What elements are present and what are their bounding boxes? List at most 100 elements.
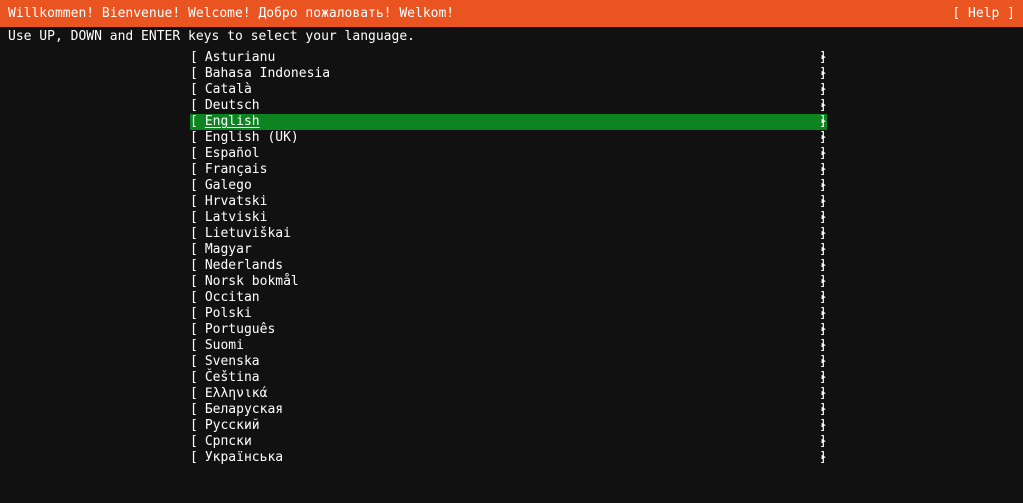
bracket-close: ] xyxy=(819,370,827,385)
bracket-open: [ xyxy=(190,146,198,161)
language-list-item[interactable]: [Suomi ▸] xyxy=(0,338,1023,354)
language-row-inner[interactable]: [Bahasa Indonesia ▸ xyxy=(190,66,827,82)
language-list-item[interactable]: [Українська ▸] xyxy=(0,450,1023,466)
language-list-item[interactable]: [Norsk bokmål ▸] xyxy=(0,274,1023,290)
language-row-inner[interactable]: [Беларуская ▸ xyxy=(190,402,827,418)
language-row-left: [Hrvatski xyxy=(190,194,267,210)
language-row-left: [Español xyxy=(190,146,260,162)
bracket-close: ] xyxy=(819,162,827,177)
language-list-item[interactable]: [Français ▸] xyxy=(0,162,1023,178)
language-label: Bahasa Indonesia xyxy=(204,66,331,81)
language-list-item[interactable]: [Русский ▸] xyxy=(0,418,1023,434)
language-label: Asturianu xyxy=(204,50,276,65)
language-row-inner[interactable]: [Français ▸ xyxy=(190,162,827,178)
language-row-inner[interactable]: [Asturianu ▸ xyxy=(190,50,827,66)
language-row-inner[interactable]: [English (UK) ▸ xyxy=(190,130,827,146)
language-row-inner[interactable]: [English ▸ xyxy=(190,114,827,130)
bracket-open: [ xyxy=(190,258,198,273)
bracket-close: ] xyxy=(819,210,827,225)
language-list-item[interactable]: [Deutsch ▸] xyxy=(0,98,1023,114)
language-label: Latviski xyxy=(204,210,268,225)
bracket-close: ] xyxy=(819,242,827,257)
language-list-item[interactable]: [English (UK) ▸] xyxy=(0,130,1023,146)
bracket-open: [ xyxy=(190,178,198,193)
bracket-open: [ xyxy=(190,274,198,289)
language-label: Беларуская xyxy=(204,402,284,417)
language-row-inner[interactable]: [Português ▸ xyxy=(190,322,827,338)
language-row-inner[interactable]: [Galego ▸ xyxy=(190,178,827,194)
bracket-open: [ xyxy=(190,226,198,241)
language-row-inner[interactable]: [Lietuviškai ▸ xyxy=(190,226,827,242)
bracket-open: [ xyxy=(190,450,198,465)
bracket-open: [ xyxy=(190,290,198,305)
language-list-item[interactable]: [Čeština ▸] xyxy=(0,370,1023,386)
language-row-left: [Nederlands xyxy=(190,258,283,274)
language-label: Українська xyxy=(204,450,284,465)
language-row-inner[interactable]: [Català ▸ xyxy=(190,82,827,98)
language-row-inner[interactable]: [Ελληνικά ▸ xyxy=(190,386,827,402)
language-label: Српски xyxy=(204,434,252,449)
language-row-inner[interactable]: [Español ▸ xyxy=(190,146,827,162)
language-row-inner[interactable]: [Čeština ▸ xyxy=(190,370,827,386)
language-list-item[interactable]: [Nederlands ▸] xyxy=(0,258,1023,274)
bracket-close: ] xyxy=(819,66,827,81)
language-list-item[interactable]: [Bahasa Indonesia ▸] xyxy=(0,66,1023,82)
language-label: Ελληνικά xyxy=(204,386,268,401)
bracket-close: ] xyxy=(819,306,827,321)
language-row-left: [Suomi xyxy=(190,338,244,354)
language-list-item[interactable]: [Occitan ▸] xyxy=(0,290,1023,306)
language-label: Hrvatski xyxy=(204,194,268,209)
language-list-item[interactable]: [Português ▸] xyxy=(0,322,1023,338)
bracket-close: ] xyxy=(819,354,827,369)
bracket-close: ] xyxy=(819,290,827,305)
language-list[interactable]: [Asturianu ▸][Bahasa Indonesia ▸][Català ▸]… xyxy=(0,47,1023,466)
language-row-inner[interactable]: [Suomi ▸ xyxy=(190,338,827,354)
instruction-text: Use UP, DOWN and ENTER keys to select yo… xyxy=(8,29,415,44)
bracket-open: [ xyxy=(190,50,198,65)
language-row-inner[interactable]: [Українська ▸ xyxy=(190,450,827,466)
language-row-inner[interactable]: [Magyar ▸ xyxy=(190,242,827,258)
language-list-item[interactable]: [Latviski ▸] xyxy=(0,210,1023,226)
language-label: Norsk bokmål xyxy=(204,274,299,289)
language-list-item[interactable]: [Српски ▸] xyxy=(0,434,1023,450)
language-list-item[interactable]: [Lietuviškai ▸] xyxy=(0,226,1023,242)
language-list-item[interactable]: [English ▸] xyxy=(0,114,1023,130)
language-list-item[interactable]: [Magyar ▸] xyxy=(0,242,1023,258)
language-row-inner[interactable]: [Deutsch ▸ xyxy=(190,98,827,114)
language-label: Magyar xyxy=(204,242,252,257)
bracket-close: ] xyxy=(819,50,827,65)
language-list-item[interactable]: [Hrvatski ▸] xyxy=(0,194,1023,210)
language-row-inner[interactable]: [Hrvatski ▸ xyxy=(190,194,827,210)
language-row-inner[interactable]: [Occitan ▸ xyxy=(190,290,827,306)
language-list-item[interactable]: [Català ▸] xyxy=(0,82,1023,98)
language-row-inner[interactable]: [Српски ▸ xyxy=(190,434,827,450)
language-row-left: [Čeština xyxy=(190,370,260,386)
language-row-left: [Ελληνικά xyxy=(190,386,267,402)
language-row-inner[interactable]: [Русский ▸ xyxy=(190,418,827,434)
bracket-close: ] xyxy=(819,178,827,193)
language-list-item[interactable]: [Galego ▸] xyxy=(0,178,1023,194)
language-list-item[interactable]: [Беларуская ▸] xyxy=(0,402,1023,418)
bracket-open: [ xyxy=(190,242,198,257)
language-label: Lietuviškai xyxy=(204,226,291,241)
language-label: English (UK) xyxy=(204,130,299,145)
language-list-item[interactable]: [Asturianu ▸] xyxy=(0,50,1023,66)
bracket-close: ] xyxy=(819,322,827,337)
language-list-item[interactable]: [Español ▸] xyxy=(0,146,1023,162)
language-list-item[interactable]: [Ελληνικά ▸] xyxy=(0,386,1023,402)
language-row-inner[interactable]: [Norsk bokmål ▸ xyxy=(190,274,827,290)
language-row-inner[interactable]: [Polski ▸ xyxy=(190,306,827,322)
language-row-left: [ Asturianu xyxy=(190,50,275,66)
help-button[interactable]: [ Help ] xyxy=(952,6,1015,22)
language-label: Polski xyxy=(204,306,252,321)
instruction-line: Use UP, DOWN and ENTER keys to select yo… xyxy=(0,27,1023,47)
language-list-item[interactable]: [Svenska ▸] xyxy=(0,354,1023,370)
language-label: Русский xyxy=(204,418,260,433)
language-label: Suomi xyxy=(204,338,244,353)
language-row-left: [Polski xyxy=(190,306,252,322)
language-list-item[interactable]: [Polski ▸] xyxy=(0,306,1023,322)
language-row-inner[interactable]: [Svenska ▸ xyxy=(190,354,827,370)
language-row-left: [Deutsch xyxy=(190,98,260,114)
language-row-inner[interactable]: [Latviski ▸ xyxy=(190,210,827,226)
language-row-inner[interactable]: [Nederlands ▸ xyxy=(190,258,827,274)
